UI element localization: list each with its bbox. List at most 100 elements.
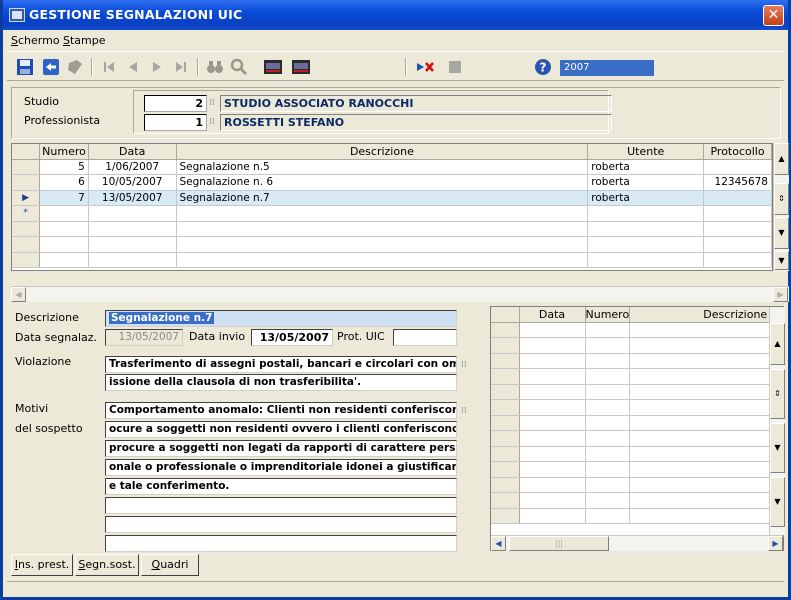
cell-descrizione[interactable]: Segnalazione n.5 bbox=[176, 159, 589, 175]
row-indicator[interactable] bbox=[12, 174, 41, 191]
status-bar bbox=[7, 581, 784, 597]
cell-protocollo[interactable]: 12345678 bbox=[703, 174, 772, 191]
scroll-down-icon[interactable]: ▼ bbox=[770, 477, 785, 527]
current-row-indicator[interactable]: ▶ bbox=[12, 190, 41, 206]
title-bar[interactable]: GESTIONE SEGNALAZIONI UIC ✕ bbox=[3, 0, 788, 30]
first-record-icon[interactable] bbox=[99, 57, 119, 77]
tab-ins-prest[interactable]: Ins. prest. bbox=[11, 554, 73, 576]
scroll-page-icon[interactable]: ⇕ bbox=[770, 369, 785, 419]
back-icon[interactable] bbox=[41, 57, 61, 77]
cell-data[interactable]: 13/05/2007 bbox=[88, 190, 177, 206]
delete-record-icon[interactable] bbox=[415, 57, 435, 77]
motivi-line[interactable]: procure a soggetti non legati da rapport… bbox=[105, 440, 457, 457]
film-strip-icon[interactable] bbox=[291, 57, 311, 77]
year-selector[interactable]: 2007 bbox=[560, 60, 654, 76]
row-indicator[interactable] bbox=[12, 159, 41, 175]
cell-descrizione[interactable]: Segnalazione n. 6 bbox=[176, 174, 589, 191]
violazione-line[interactable]: issione della clausola di non trasferibi… bbox=[105, 374, 457, 391]
new-row-indicator[interactable]: * bbox=[12, 205, 41, 222]
copy-icon[interactable] bbox=[65, 57, 85, 77]
cell-descrizione[interactable]: Segnalazione n.7 bbox=[176, 190, 589, 206]
cell-utente[interactable]: roberta bbox=[587, 190, 705, 206]
scroll-down-page-icon[interactable]: ▼ bbox=[770, 423, 785, 473]
cell-numero[interactable]: 7 bbox=[39, 190, 89, 206]
last-record-icon[interactable] bbox=[171, 57, 191, 77]
professionista-code-field[interactable]: 1 bbox=[144, 114, 207, 131]
table-row-selected[interactable]: ▶ 7 13/05/2007 Segnalazione n.7 roberta bbox=[12, 190, 772, 206]
cell-protocollo[interactable] bbox=[703, 159, 772, 175]
cell-data[interactable] bbox=[88, 205, 177, 222]
column-header-utente[interactable]: Utente bbox=[587, 144, 705, 160]
help-icon[interactable]: ? bbox=[533, 57, 553, 77]
motivi-line[interactable]: onale o professionale o imprenditoriale … bbox=[105, 459, 457, 476]
violazione-line[interactable]: Trasferimento di assegni postali, bancar… bbox=[105, 356, 457, 373]
next-record-icon[interactable] bbox=[147, 57, 167, 77]
motivi-line[interactable]: Comportamento anomalo: Clienti non resid… bbox=[105, 402, 457, 419]
close-button[interactable]: ✕ bbox=[763, 5, 784, 26]
new-row[interactable]: * bbox=[12, 205, 772, 222]
cell-protocollo[interactable] bbox=[703, 205, 772, 222]
cell-descrizione[interactable] bbox=[176, 205, 589, 222]
scroll-down-icon[interactable]: ▼ bbox=[774, 251, 789, 270]
column-header-data[interactable]: Data bbox=[88, 144, 177, 160]
column-header-data[interactable]: Data bbox=[519, 307, 586, 323]
lookup-icon[interactable]: ⁞⁞ bbox=[461, 360, 471, 370]
grid-horizontal-scrollbar[interactable]: ◀ ▶ bbox=[11, 286, 789, 302]
scroll-right-icon[interactable]: ▶ bbox=[773, 287, 788, 302]
descrizione-field[interactable]: Segnalazione n.7 bbox=[105, 310, 457, 327]
tab-quadri[interactable]: Quadri bbox=[141, 554, 199, 576]
cell-data[interactable]: 10/05/2007 bbox=[88, 174, 177, 191]
column-header-numero[interactable]: Numero bbox=[585, 307, 631, 323]
save-icon[interactable] bbox=[15, 57, 35, 77]
cell-utente[interactable] bbox=[587, 205, 705, 222]
menu-schermo[interactable]: Schermo bbox=[11, 34, 60, 47]
motivi-line[interactable]: ocure a soggetti non residenti ovvero i … bbox=[105, 421, 457, 438]
column-header-protocollo[interactable]: Protocollo bbox=[703, 144, 772, 160]
column-header-numero[interactable]: Numero bbox=[39, 144, 89, 160]
film-strip-icon[interactable] bbox=[263, 57, 283, 77]
motivi-line[interactable] bbox=[105, 535, 457, 552]
table-row[interactable]: 5 1/06/2007 Segnalazione n.5 roberta bbox=[12, 159, 772, 175]
sub-grid-horizontal-scrollbar[interactable]: ◀ ||| ▶ bbox=[491, 535, 783, 551]
motivi-line[interactable]: e tale conferimento. bbox=[105, 478, 457, 495]
cell-utente[interactable]: roberta bbox=[587, 159, 705, 175]
data-segnalazione-field[interactable]: 13/05/2007 bbox=[105, 329, 183, 346]
cell-utente[interactable]: roberta bbox=[587, 174, 705, 191]
scroll-up-icon[interactable]: ▲ bbox=[770, 323, 785, 365]
lookup-icon[interactable]: ⁞⁞ bbox=[209, 98, 219, 108]
scroll-right-icon[interactable]: ▶ bbox=[768, 536, 783, 551]
scroll-left-icon[interactable]: ◀ bbox=[491, 536, 506, 551]
prot-uic-field[interactable] bbox=[393, 329, 457, 346]
table-row[interactable]: 6 10/05/2007 Segnalazione n. 6 roberta 1… bbox=[12, 174, 772, 191]
scroll-left-icon[interactable]: ◀ bbox=[11, 287, 26, 302]
sub-grid-vertical-scrollbar[interactable]: ▲ ⇕ ▼ ▼ bbox=[769, 307, 785, 535]
cell-data[interactable]: 1/06/2007 bbox=[88, 159, 177, 175]
stop-icon[interactable] bbox=[445, 57, 465, 77]
scroll-page-icon[interactable]: ⇕ bbox=[774, 183, 789, 215]
cell-numero[interactable]: 6 bbox=[39, 174, 89, 191]
column-header-descrizione[interactable]: Descrizione bbox=[176, 144, 589, 160]
window-title: GESTIONE SEGNALAZIONI UIC bbox=[29, 7, 243, 22]
header-panel: Studio Professionista 2 ⁞⁞ STUDIO ASSOCI… bbox=[11, 87, 781, 139]
grid-vertical-scrollbar[interactable]: ▲ ⇕ ▼ ▼ bbox=[773, 143, 789, 271]
data-invio-field[interactable]: 13/05/2007 bbox=[251, 329, 333, 346]
toolbar-separator bbox=[91, 58, 93, 76]
binoculars-icon[interactable] bbox=[205, 57, 225, 77]
data-invio-label: Data invio bbox=[189, 330, 246, 343]
motivi-line[interactable] bbox=[105, 497, 457, 514]
lookup-icon[interactable]: ⁞⁞ bbox=[461, 406, 471, 416]
studio-code-field[interactable]: 2 bbox=[144, 95, 207, 112]
column-header-descrizione[interactable]: Descrizione bbox=[629, 307, 771, 323]
prev-record-icon[interactable] bbox=[123, 57, 143, 77]
cell-numero[interactable]: 5 bbox=[39, 159, 89, 175]
lookup-icon[interactable]: ⁞⁞ bbox=[209, 117, 219, 127]
menu-stampe[interactable]: Stampe bbox=[63, 34, 106, 47]
tab-segn-sost[interactable]: Segn.sost. bbox=[75, 554, 139, 576]
scroll-up-icon[interactable]: ▲ bbox=[774, 143, 789, 175]
cell-numero[interactable] bbox=[39, 205, 89, 222]
scroll-down-page-icon[interactable]: ▼ bbox=[774, 217, 789, 249]
cell-protocollo[interactable] bbox=[703, 190, 772, 206]
scroll-thumb[interactable]: ||| bbox=[509, 536, 609, 551]
search-icon[interactable] bbox=[229, 57, 249, 77]
motivi-line[interactable] bbox=[105, 516, 457, 533]
